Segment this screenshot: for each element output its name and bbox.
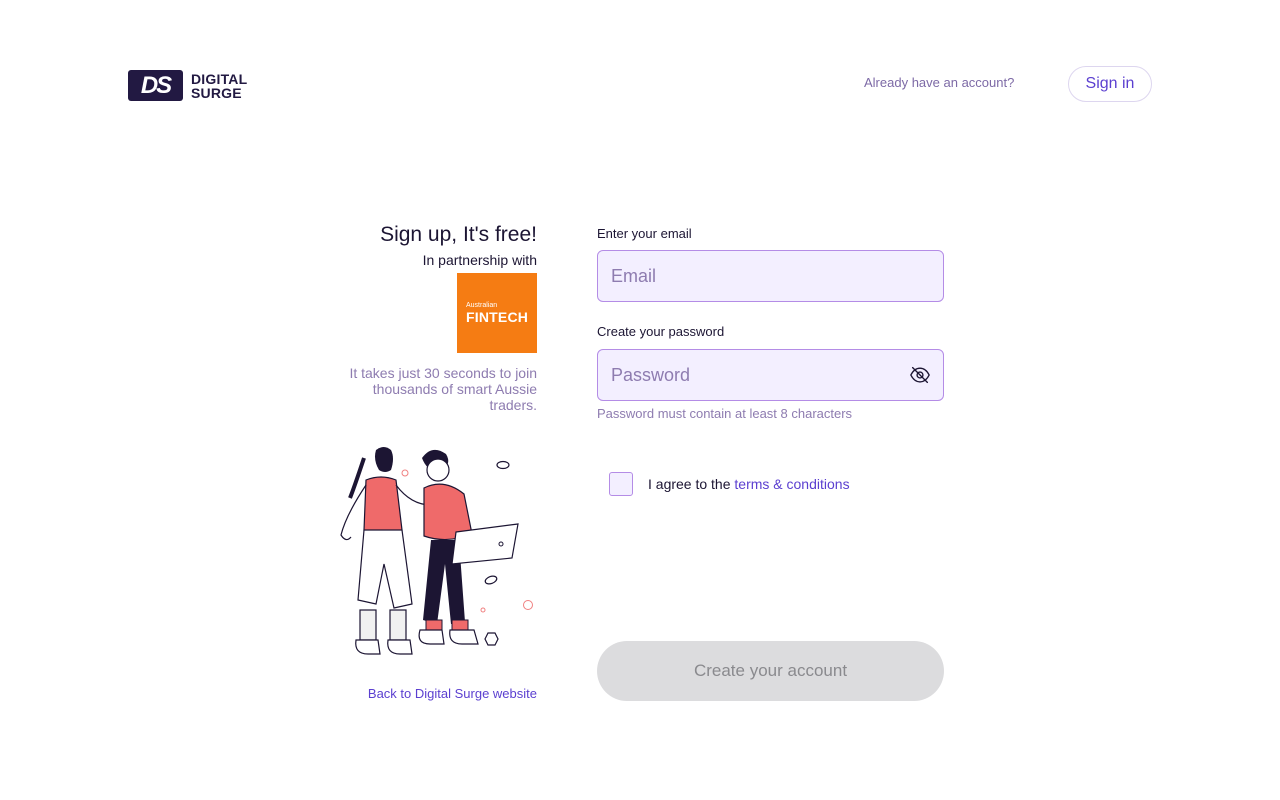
terms-agreement: I agree to the terms & conditions	[609, 472, 850, 496]
terms-checkbox[interactable]	[609, 472, 633, 496]
create-account-button[interactable]: Create your account	[597, 641, 944, 701]
password-input[interactable]	[598, 350, 943, 400]
page-title: Sign up, It's free!	[380, 223, 537, 246]
digital-surge-logo[interactable]: DS DIGITAL SURGE	[128, 70, 247, 101]
eye-off-icon[interactable]	[909, 364, 931, 386]
password-field-wrapper	[597, 349, 944, 401]
logo-wordmark: DIGITAL SURGE	[191, 70, 248, 101]
australian-fintech-logo: Australian FINTECH	[457, 273, 537, 353]
agree-text: I agree to the terms & conditions	[648, 476, 850, 492]
back-to-website-link[interactable]: Back to Digital Surge website	[330, 686, 537, 701]
signup-intro: Sign up, It's free! In partnership with …	[330, 222, 537, 413]
sign-in-button[interactable]: Sign in	[1068, 66, 1152, 102]
email-label: Enter your email	[597, 226, 692, 241]
password-label: Create your password	[597, 324, 725, 339]
already-have-account-text: Already have an account?	[864, 75, 1015, 90]
email-input[interactable]	[598, 251, 943, 301]
terms-conditions-link[interactable]: terms & conditions	[734, 476, 849, 492]
password-hint: Password must contain at least 8 charact…	[597, 406, 853, 421]
logo-mark: DS	[128, 70, 183, 101]
email-field-wrapper	[597, 250, 944, 302]
traders-illustration	[340, 447, 533, 655]
tagline: It takes just 30 seconds to join thousan…	[349, 365, 537, 413]
partnership-text: In partnership with	[422, 252, 537, 268]
